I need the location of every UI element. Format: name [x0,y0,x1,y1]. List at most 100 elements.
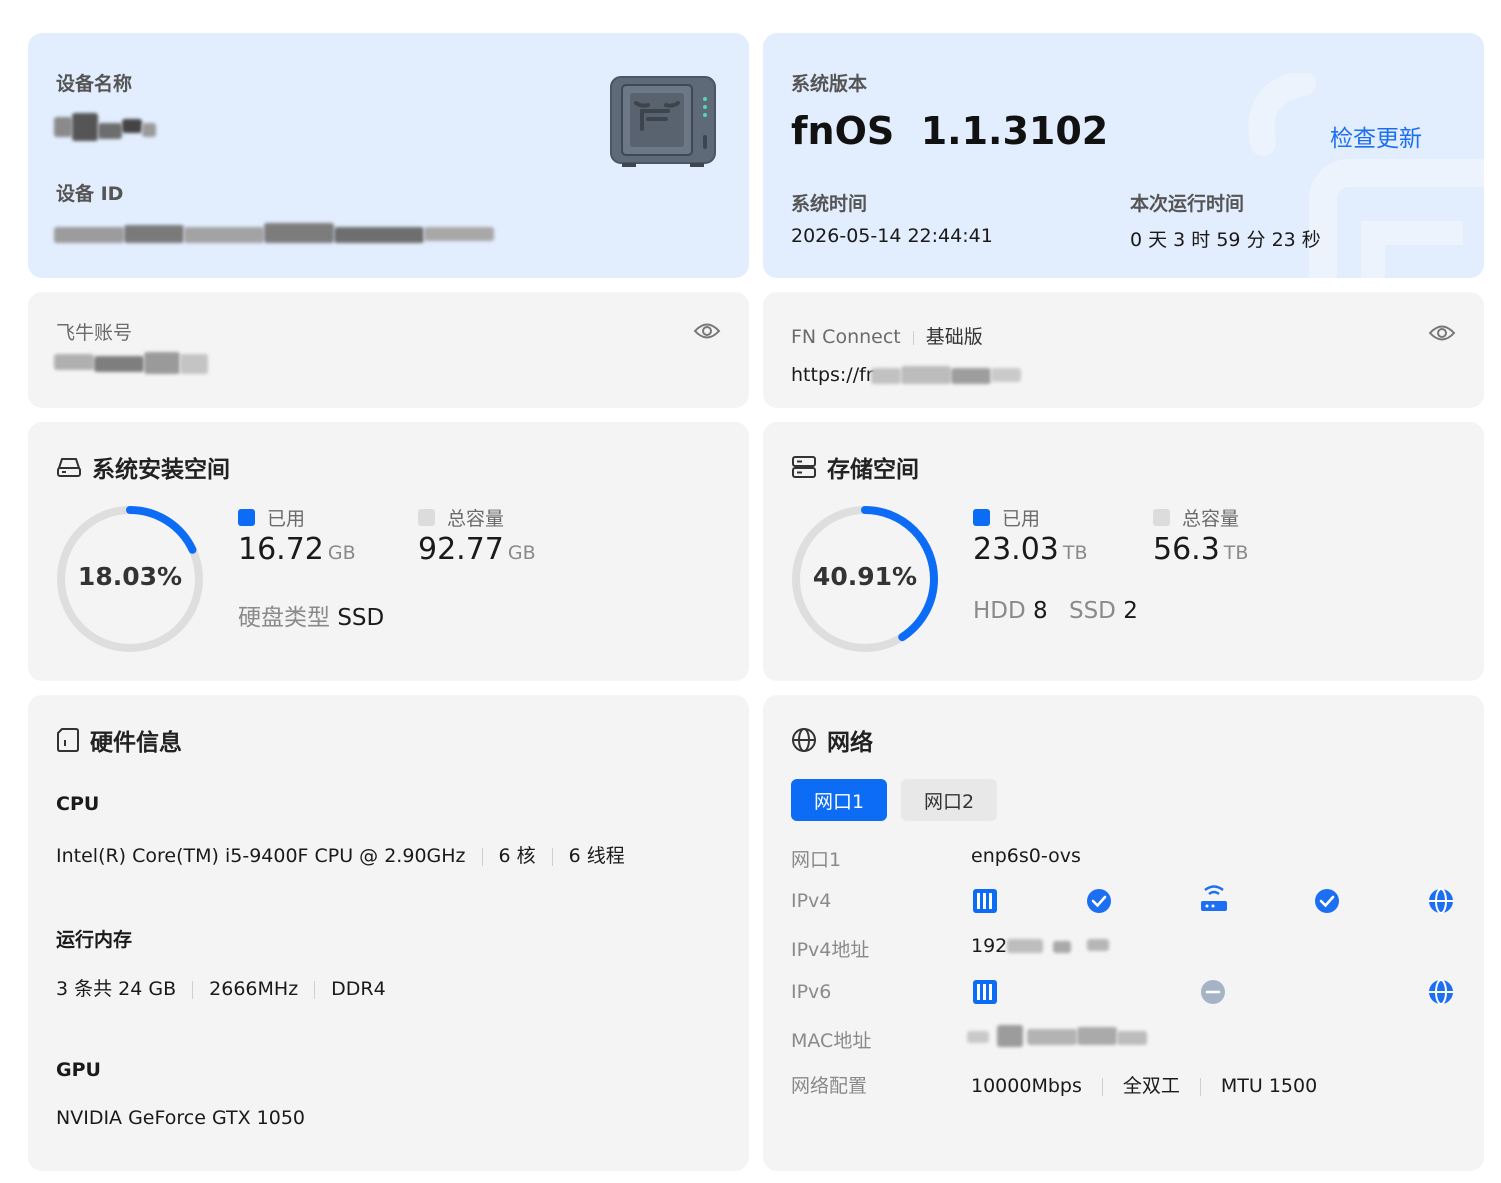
device-info-icon [57,728,79,752]
system-disk-total-unit: GB [507,542,536,564]
account-label: 飞牛账号 [56,322,133,344]
mtu-value: MTU 1500 [1220,1075,1318,1097]
ipv4-connection-path [973,885,1453,914]
tab-port-2[interactable]: 网口2 [901,779,997,821]
fn-connect-url[interactable]: https://fn [791,364,878,386]
storage-total-unit: TB [1223,542,1249,564]
show-url-eye-icon[interactable] [1428,322,1456,344]
storage-card: 存储空间 40.91% 已用 23.03 TB 总容量 56.3 TB HDD 8 … [763,422,1484,681]
system-disk-used-unit: GB [327,542,356,564]
storage-used-label: 已用 [1002,508,1041,530]
disk-counts: HDD 8 SSD 2 [973,598,1138,624]
system-disk-card: 系统安装空间 18.03% 已用 16.72 GB 总容量 92.77 GB 硬盘类… [28,422,749,681]
storage-total-label: 总容量 [1182,508,1240,530]
hardware-title: 硬件信息 [56,723,182,757]
fn-connect-name: FN Connect [791,326,901,348]
fn-connect-tier: 基础版 [925,326,983,348]
check-circle-icon [1315,889,1339,913]
fn-connect-url-prefix: https://fn [791,364,878,386]
disk-type-value: SSD [337,605,385,631]
cpu-info: Intel(R) Core(TM) i5-9400F CPU @ 2.90GHz… [56,841,625,868]
tab-port-1[interactable]: 网口1 [791,779,887,821]
ipv4-address-value: 192 [971,935,1008,957]
system-disk-percent: 18.03% [77,562,183,591]
duplex-mode: 全双工 [1122,1075,1180,1097]
internet-globe-icon [1429,888,1453,914]
mac-label: MAC地址 [791,1030,872,1052]
port-label: 网口1 [791,849,842,871]
ipv6-label: IPv6 [791,981,832,1003]
memory-type: DDR4 [331,978,386,1000]
system-version-value: fnOS 1.1.3102 [791,109,1109,153]
storage-used-legend: 已用 [973,504,1040,531]
device-name-label: 设备名称 [56,73,133,95]
ssd-label: SSD [1068,598,1116,624]
system-time-value: 2026-05-14 22:44:41 [791,225,993,247]
memory-size: 3 条共 24 GB [56,978,177,1000]
system-time-label: 系统时间 [791,193,868,215]
device-id-label: 设备 ID [56,183,124,205]
hard-drive-icon [57,458,81,477]
system-disk-total-label: 总容量 [447,508,505,530]
globe-icon [792,728,816,752]
network-title-text: 网络 [827,730,873,756]
show-account-eye-icon[interactable] [693,320,721,342]
system-card: 系统版本 fnOS 1.1.3102 检查更新 系统时间 2026-05-14 … [763,33,1484,278]
network-title: 网络 [791,723,873,757]
storage-used-unit: TB [1062,542,1088,564]
cpu-model: Intel(R) Core(TM) i5-9400F CPU @ 2.90GHz [56,845,466,867]
memory-info: 3 条共 24 GB 2666MHz DDR4 [56,974,386,1001]
device-card: 设备名称 设备 ID [28,33,749,278]
storage-title-text: 存储空间 [827,457,919,483]
link-speed: 10000Mbps [971,1075,1082,1097]
system-disk-used-value: 16.72 [238,532,324,567]
storage-percent: 40.91% [812,562,918,591]
router-icon [1201,885,1227,911]
ipv4-address-label: IPv4地址 [791,939,870,961]
system-disk-used-label: 已用 [267,508,306,530]
system-disk-total-legend: 总容量 [418,504,504,531]
port-value: enp6s0-ovs [971,845,1081,867]
system-disk-total-value: 92.77 [418,532,504,567]
account-card: 飞牛账号 [28,292,749,408]
hardware-title-text: 硬件信息 [90,730,182,756]
uptime-value: 0 天 3 时 59 分 23 秒 [1130,229,1321,251]
disk-type-label: 硬盘类型 [238,605,330,631]
uptime-label: 本次运行时间 [1130,193,1245,215]
storage-total: 56.3 TB [1153,532,1248,567]
network-config-value: 10000Mbps 全双工 MTU 1500 [971,1071,1317,1098]
memory-label: 运行内存 [56,929,133,951]
system-disk-title-text: 系统安装空间 [92,457,230,483]
storage-total-value: 56.3 [1153,532,1220,567]
gpu-model: NVIDIA GeForce GTX 1050 [56,1107,306,1129]
system-version-label: 系统版本 [791,73,868,95]
mac-value-redacted [967,1021,1157,1051]
disabled-circle-icon [1201,980,1225,1004]
ssd-count: 2 [1123,598,1138,624]
storage-title: 存储空间 [791,450,919,484]
system-disk-used: 16.72 GB [238,532,356,567]
fn-connect-card: FN Connect 基础版 https://fn [763,292,1484,408]
internet-globe-icon [1429,979,1453,1005]
check-update-link[interactable]: 检查更新 [1330,119,1422,153]
network-card: 网络 网口1 网口2 网口1 enp6s0-ovs IPv4 IPv4地址 19… [763,695,1484,1171]
nas-device-icon [610,76,716,167]
cpu-label: CPU [56,793,100,815]
storage-used-value: 23.03 [973,532,1059,567]
nas-node-icon [973,980,997,1004]
storage-used: 23.03 TB [973,532,1088,567]
cpu-cores: 6 核 [498,845,536,867]
hdd-label: HDD [973,598,1026,624]
device-id-value-redacted [54,219,504,255]
memory-speed: 2666MHz [209,978,299,1000]
network-config-label: 网络配置 [791,1075,868,1097]
hdd-count: 8 [1033,598,1048,624]
server-icon [792,456,816,478]
system-disk-total: 92.77 GB [418,532,536,567]
system-disk-used-legend: 已用 [238,504,305,531]
nas-node-icon [973,889,997,913]
fn-connect-url-redacted [871,360,1031,392]
system-disk-title: 系统安装空间 [56,450,230,484]
ipv6-connection-path [973,979,1453,1005]
disk-type: 硬盘类型 SSD [238,598,384,632]
